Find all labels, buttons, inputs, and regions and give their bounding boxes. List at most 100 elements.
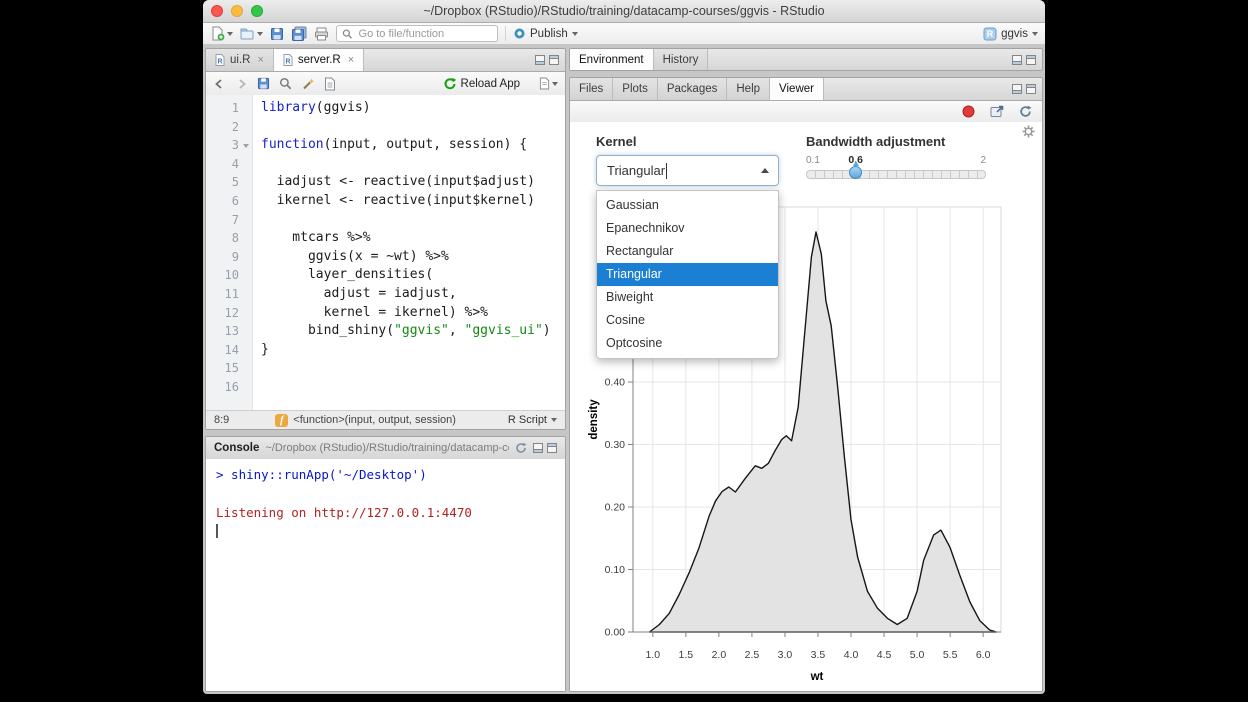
- svg-text:0.00: 0.00: [605, 627, 626, 639]
- forward-icon[interactable]: [235, 78, 248, 90]
- svg-text:2.0: 2.0: [712, 649, 727, 661]
- maximize-pane-icon[interactable]: [549, 55, 559, 65]
- minimize-pane-icon[interactable]: [535, 55, 545, 65]
- kernel-option-gaussian[interactable]: Gaussian: [597, 194, 778, 217]
- code-line: 14}: [206, 341, 565, 360]
- tab-plots[interactable]: Plots: [613, 78, 658, 100]
- code-editor[interactable]: 1library(ggvis)23function(input, output,…: [206, 95, 565, 410]
- export-viewer-icon[interactable]: [990, 105, 1004, 118]
- kernel-option-triangular[interactable]: Triangular: [597, 263, 778, 286]
- code-line: 9 ggvis(x = ~wt) %>%: [206, 248, 565, 267]
- slider-track[interactable]: [806, 170, 986, 179]
- tab-label: server.R: [298, 54, 341, 66]
- reload-app-label: Reload App: [461, 78, 520, 90]
- project-menu-button[interactable]: R ggvis: [983, 27, 1038, 41]
- close-tab-icon[interactable]: ×: [257, 54, 263, 66]
- goto-file-input[interactable]: [357, 27, 492, 41]
- refresh-icon[interactable]: [1019, 105, 1032, 118]
- source-menu-button[interactable]: [539, 77, 558, 90]
- fold-toggle-icon[interactable]: [243, 144, 249, 148]
- tab-viewer[interactable]: Viewer: [770, 78, 824, 100]
- open-file-button[interactable]: [240, 27, 263, 41]
- svg-text:3.5: 3.5: [811, 649, 826, 661]
- kernel-label: Kernel: [596, 134, 636, 149]
- shiny-app: Kernel Triangular GaussianEpanechnikovRe…: [570, 122, 1042, 691]
- find-icon[interactable]: [279, 77, 292, 90]
- code-line: 5 iadjust <- reactive(input$adjust): [206, 173, 565, 192]
- tab-help[interactable]: Help: [727, 78, 770, 100]
- back-icon[interactable]: [213, 78, 226, 90]
- svg-text:2.5: 2.5: [745, 649, 760, 661]
- tab-packages[interactable]: Packages: [658, 78, 728, 100]
- slider-min-label: 0.1: [806, 155, 820, 166]
- tab-server-r[interactable]: R server.R ×: [274, 49, 364, 71]
- svg-text:4.0: 4.0: [844, 649, 859, 661]
- pane-window-buttons: [1012, 49, 1042, 70]
- kernel-option-cosine[interactable]: Cosine: [597, 309, 778, 332]
- scope-selector[interactable]: f <function>(input, output, session): [275, 414, 456, 427]
- console-title: Console: [214, 442, 259, 454]
- reload-app-button[interactable]: Reload App: [443, 77, 520, 91]
- bandwidth-label: Bandwidth adjustment: [806, 134, 945, 149]
- maximize-pane-icon[interactable]: [1026, 55, 1036, 65]
- tab-history[interactable]: History: [654, 49, 709, 70]
- close-tab-icon[interactable]: ×: [348, 54, 354, 66]
- svg-text:R: R: [987, 29, 994, 39]
- plot-settings-button[interactable]: [1022, 125, 1035, 143]
- select-arrow-icon: [761, 168, 769, 173]
- kernel-dropdown: GaussianEpanechnikovRectangularTriangula…: [596, 190, 779, 359]
- minimize-pane-icon[interactable]: [1012, 55, 1022, 65]
- project-cube-icon: R: [983, 27, 997, 41]
- viewer-pane: Files Plots Packages Help Viewer: [569, 77, 1043, 692]
- code-tools-wand-icon[interactable]: [301, 77, 315, 91]
- new-document-icon: [210, 26, 225, 41]
- code-line: 10 layer_densities(: [206, 266, 565, 285]
- rstudio-window: ~/Dropbox (RStudio)/RStudio/training/dat…: [203, 0, 1045, 694]
- svg-text:R: R: [285, 59, 290, 66]
- file-type-button[interactable]: R Script: [508, 414, 557, 426]
- tab-files[interactable]: Files: [570, 78, 613, 100]
- publish-button[interactable]: Publish: [513, 27, 578, 40]
- kernel-option-optcosine[interactable]: Optcosine: [597, 332, 778, 355]
- kernel-option-biweight[interactable]: Biweight: [597, 286, 778, 309]
- kernel-option-rectangular[interactable]: Rectangular: [597, 240, 778, 263]
- maximize-pane-icon[interactable]: [547, 443, 557, 453]
- source-tabbar: R ui.R × R server.R ×: [206, 49, 565, 72]
- minimize-pane-icon[interactable]: [533, 443, 543, 453]
- restart-r-icon[interactable]: [515, 442, 527, 454]
- reload-app-icon: [443, 77, 457, 91]
- tab-environment[interactable]: Environment: [570, 49, 654, 70]
- minimize-pane-icon[interactable]: [1012, 84, 1022, 94]
- code-line: 8 mtcars %>%: [206, 229, 565, 248]
- code-line: 12 kernel = ikernel) %>%: [206, 304, 565, 323]
- code-line: 2: [206, 118, 565, 137]
- code-line: 16: [206, 378, 565, 397]
- tab-ui-r[interactable]: R ui.R ×: [206, 49, 274, 71]
- console-line: Listening on http://127.0.0.1:4470: [216, 504, 565, 523]
- chevron-down-icon: [552, 82, 558, 86]
- console[interactable]: > shiny::runApp('~/Desktop')Listening on…: [206, 459, 565, 691]
- kernel-select[interactable]: Triangular: [596, 155, 779, 186]
- save-icon[interactable]: [270, 27, 284, 41]
- new-file-button[interactable]: [210, 26, 233, 41]
- bandwidth-slider[interactable]: 0.1 0.6 2: [806, 152, 986, 186]
- svg-text:1.5: 1.5: [679, 649, 694, 661]
- save-all-icon[interactable]: [291, 26, 307, 41]
- compile-report-icon[interactable]: [324, 77, 336, 91]
- text-cursor: [666, 163, 667, 179]
- pane-window-buttons: [535, 49, 565, 71]
- stop-app-icon[interactable]: [962, 105, 975, 118]
- open-folder-icon: [240, 27, 255, 41]
- svg-text:1.0: 1.0: [646, 649, 661, 661]
- kernel-option-epanechnikov[interactable]: Epanechnikov: [597, 217, 778, 240]
- maximize-pane-icon[interactable]: [1026, 84, 1036, 94]
- pane-window-buttons: [1012, 78, 1042, 100]
- print-icon[interactable]: [314, 27, 329, 41]
- tab-label: ui.R: [230, 54, 250, 66]
- code-line: 4: [206, 155, 565, 174]
- pane-window-buttons: [533, 443, 557, 453]
- svg-text:0.20: 0.20: [605, 502, 626, 514]
- save-icon[interactable]: [257, 77, 270, 90]
- slider-max-label: 2: [980, 155, 986, 166]
- tab-label: Viewer: [779, 83, 814, 95]
